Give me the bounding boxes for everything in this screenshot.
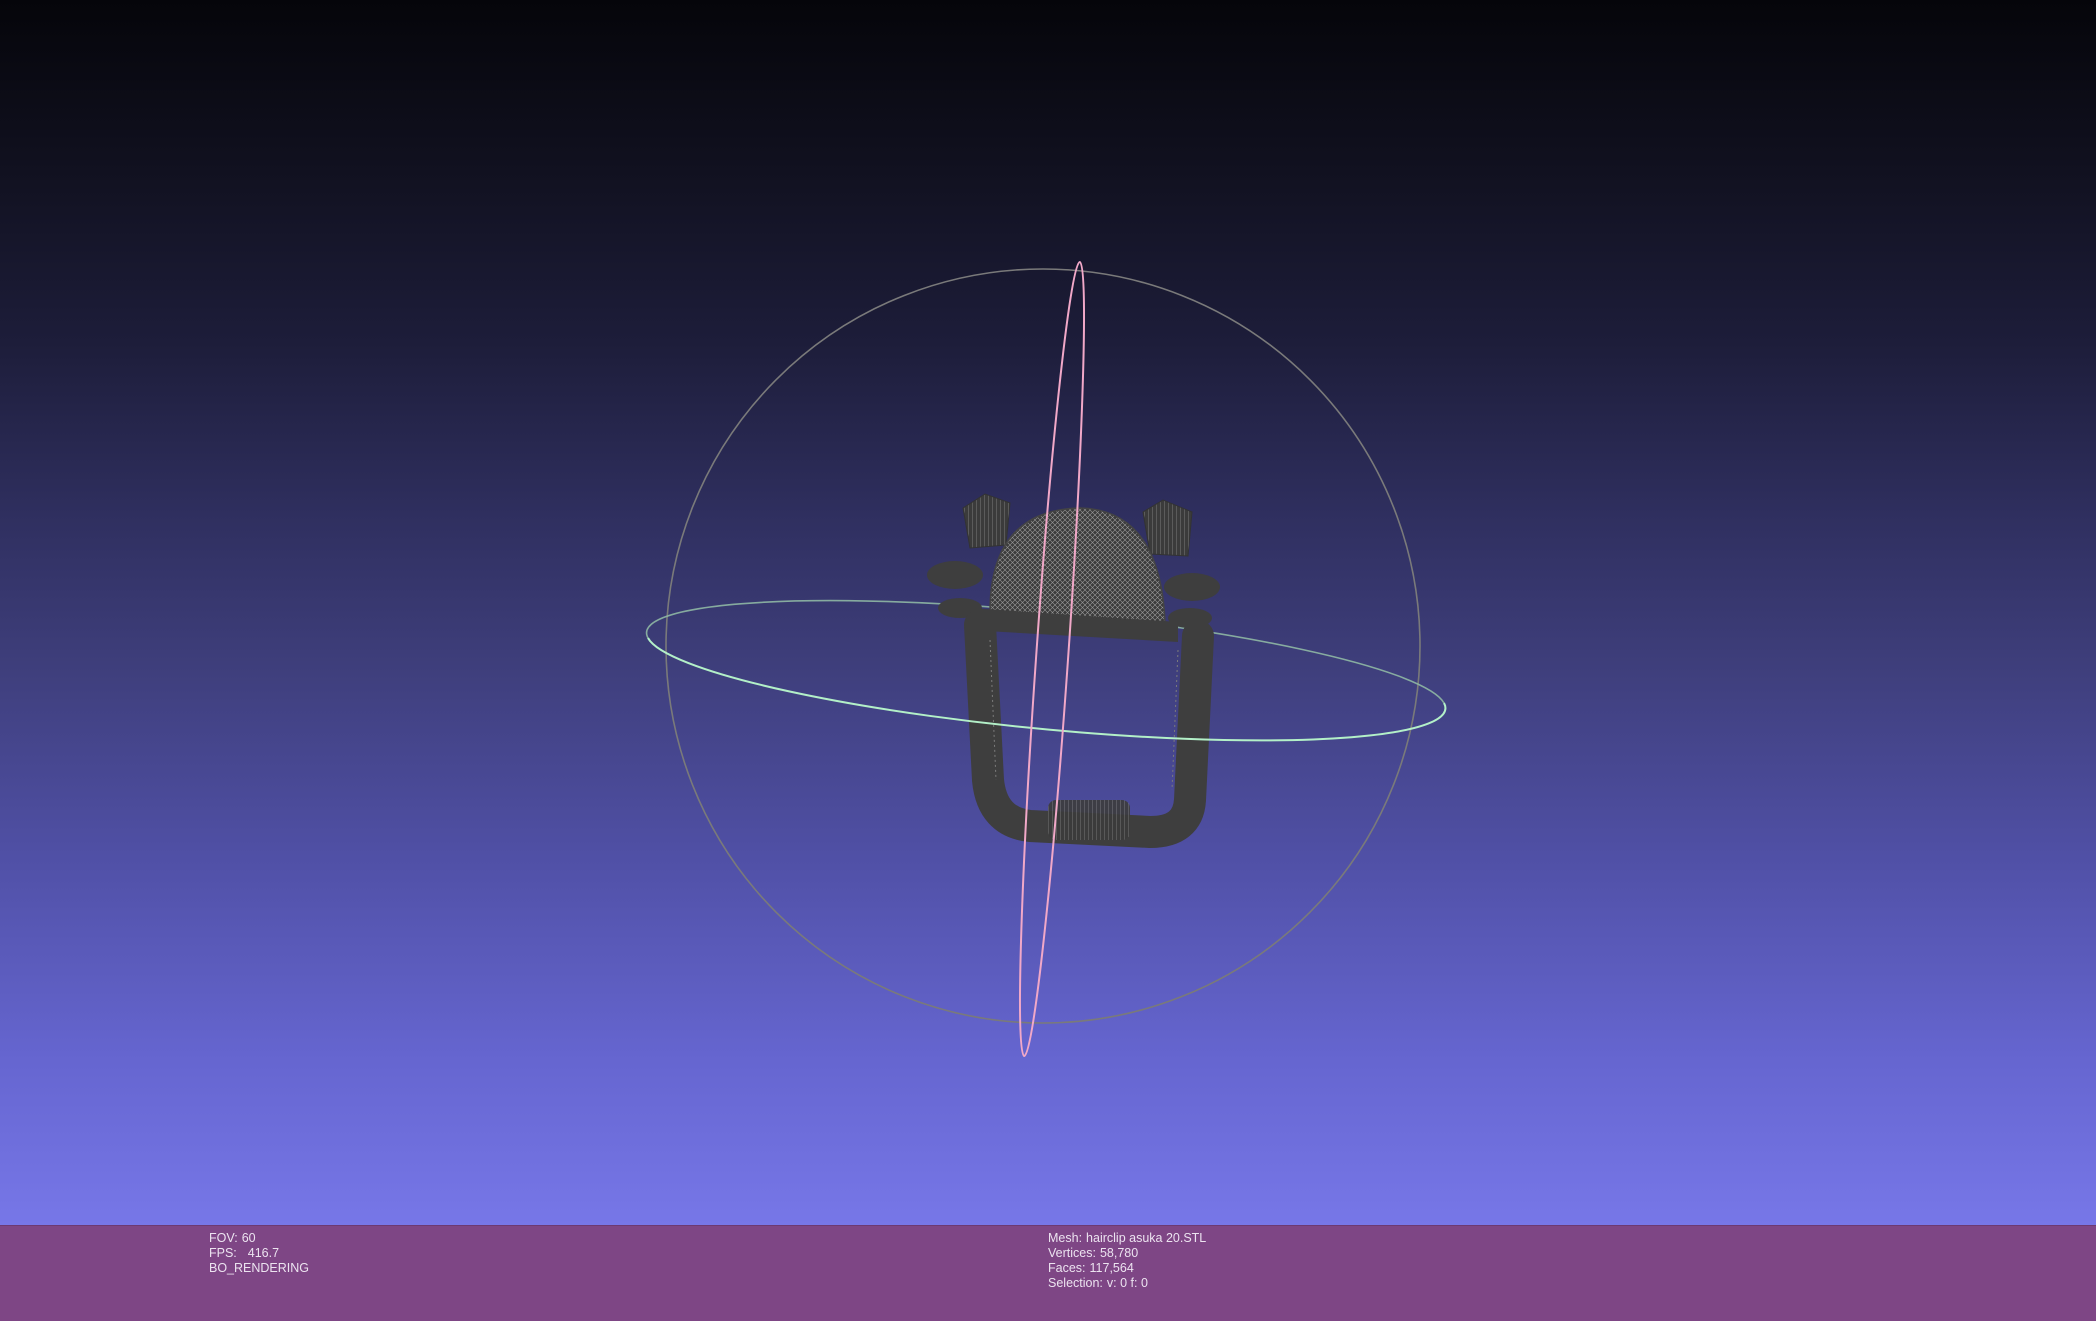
- fps-value: 416.7: [247, 1246, 280, 1260]
- fov-readout: FOV: 60: [209, 1231, 309, 1246]
- trackball-ring-horizontal-front: [647, 637, 1447, 742]
- selection-label: Selection:: [1048, 1276, 1103, 1290]
- scene-canvas[interactable]: [0, 0, 2096, 1225]
- hairclip-mesh: [927, 493, 1220, 848]
- fov-value: 60: [241, 1231, 256, 1245]
- faces-label: Faces:: [1048, 1261, 1086, 1275]
- mesh-stats: Mesh: hairclip asuka 20.STL Vertices: 58,7…: [1048, 1231, 1206, 1291]
- 3d-viewport[interactable]: [0, 0, 2096, 1225]
- selection-readout: Selection: v: 0 f: 0: [1048, 1276, 1206, 1291]
- mesh-readout: Mesh: hairclip asuka 20.STL: [1048, 1231, 1206, 1246]
- render-stats: FOV: 60 FPS: 416.7 BO_RENDERING: [209, 1231, 309, 1276]
- faces-value: 117,564: [1089, 1261, 1134, 1275]
- fps-readout: FPS: 416.7: [209, 1246, 309, 1261]
- trackball-sphere: [665, 268, 1421, 1024]
- mesh-name: hairclip asuka 20.STL: [1086, 1231, 1207, 1245]
- render-mode: BO_RENDERING: [209, 1261, 310, 1275]
- vertices-label: Vertices:: [1048, 1246, 1096, 1260]
- mesh-label: Mesh:: [1048, 1231, 1083, 1245]
- fov-label: FOV:: [209, 1231, 238, 1245]
- vertices-readout: Vertices: 58,780: [1048, 1246, 1206, 1261]
- faces-readout: Faces: 117,564: [1048, 1261, 1206, 1276]
- status-info-bar: FOV: 60 FPS: 416.7 BO_RENDERING Mesh: hair…: [0, 1225, 2096, 1321]
- vertices-value: 58,780: [1099, 1246, 1139, 1260]
- selection-value: v: 0 f: 0: [1106, 1276, 1148, 1290]
- fps-label: FPS:: [209, 1246, 237, 1260]
- trackball-ring-vertical: [1018, 260, 1086, 1058]
